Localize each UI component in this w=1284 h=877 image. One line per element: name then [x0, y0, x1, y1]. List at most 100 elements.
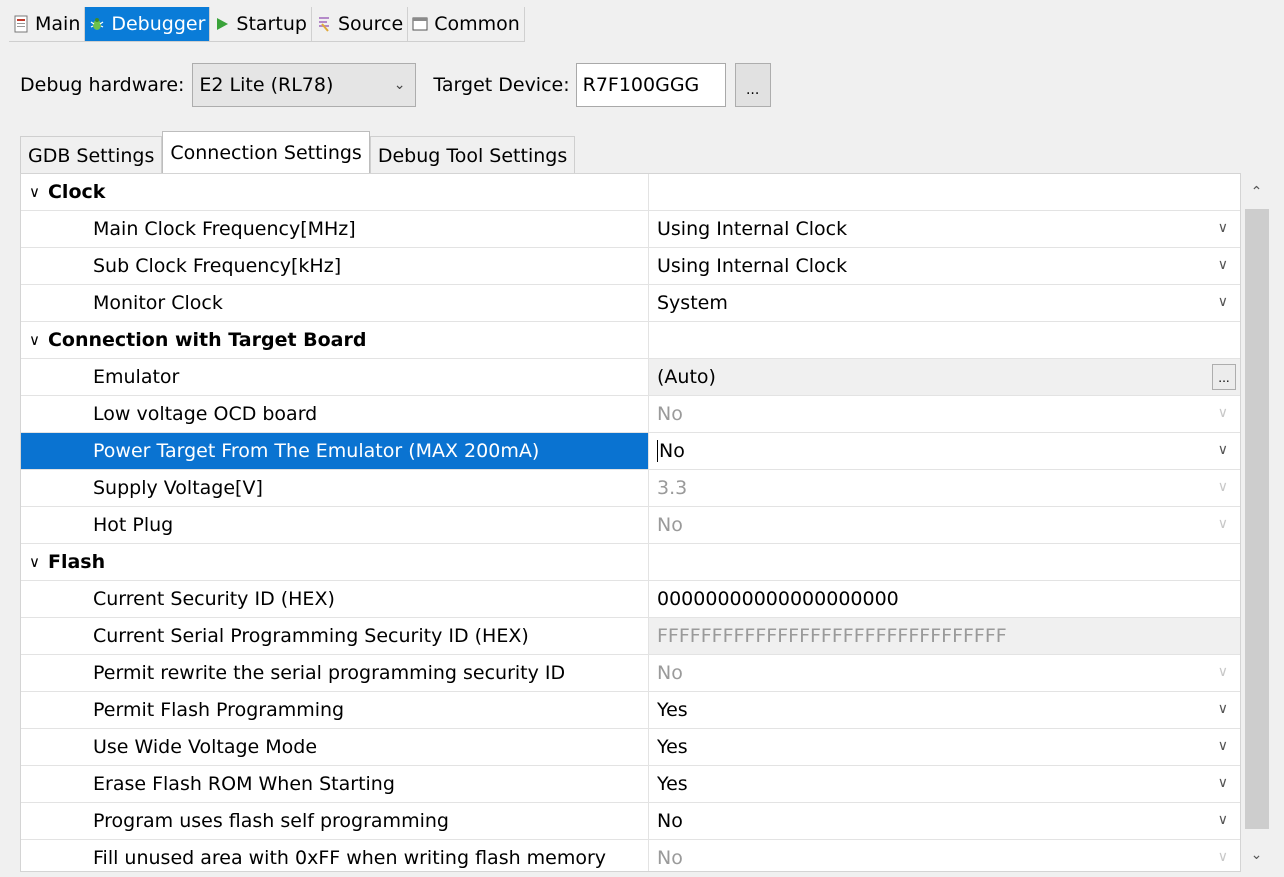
launch-config-tabs: Main Debugger Startup Source Common	[9, 7, 525, 42]
property-value: No	[657, 514, 683, 536]
row-label: Monitor Clock	[93, 292, 223, 314]
property-name[interactable]: Sub Clock Frequency[kHz]	[21, 248, 649, 284]
property-row[interactable]: Hot Plug No ∨	[21, 507, 1240, 544]
property-name[interactable]: Program uses flash self programming	[21, 803, 649, 839]
property-value-cell[interactable]: No ∨	[649, 655, 1240, 691]
tab-common[interactable]: Common	[408, 7, 525, 41]
property-name[interactable]: Permit rewrite the serial programming se…	[21, 655, 649, 691]
property-value: FFFFFFFFFFFFFFFFFFFFFFFFFFFFFFFF	[657, 625, 1007, 647]
property-row[interactable]: Fill unused area with 0xFF when writing …	[21, 840, 1240, 871]
chevron-down-icon[interactable]: ∨	[1218, 294, 1228, 310]
chevron-down-icon: ∨	[1217, 405, 1228, 421]
row-label: Main Clock Frequency[MHz]	[93, 218, 356, 240]
property-row[interactable]: Permit Flash Programming Yes ∨	[21, 692, 1240, 729]
row-label: Emulator	[93, 366, 180, 388]
property-row[interactable]: Current Serial Programming Security ID (…	[21, 618, 1240, 655]
property-row[interactable]: Permit rewrite the serial programming se…	[21, 655, 1240, 692]
chevron-down-icon: ⌄	[393, 77, 406, 93]
property-name[interactable]: Monitor Clock	[21, 285, 649, 321]
property-name[interactable]: Permit Flash Programming	[21, 692, 649, 728]
row-label: Low voltage OCD board	[93, 403, 318, 425]
chevron-down-icon[interactable]: ∨	[1218, 812, 1228, 828]
startup-play-icon	[212, 14, 232, 34]
row-label: Hot Plug	[93, 514, 174, 536]
property-value-cell[interactable]: 3.3 ∨	[649, 470, 1240, 506]
property-value-cell[interactable]: No ∨	[649, 840, 1240, 871]
property-value-cell[interactable]: Using Internal Clock ∨	[649, 211, 1240, 247]
property-name[interactable]: Low voltage OCD board	[21, 396, 649, 432]
property-name[interactable]: Hot Plug	[21, 507, 649, 543]
property-value-cell[interactable]: No ∨	[649, 803, 1240, 839]
tab-debug-tool-settings[interactable]: Debug Tool Settings	[369, 136, 576, 174]
property-row[interactable]: Power Target From The Emulator (MAX 200m…	[21, 433, 1240, 470]
property-name[interactable]: Main Clock Frequency[MHz]	[21, 211, 649, 247]
chevron-down-icon[interactable]: ∨	[1218, 775, 1228, 791]
chevron-down-icon[interactable]: ∨	[1218, 701, 1228, 717]
property-value-cell[interactable]: No ∨	[649, 433, 1240, 469]
tab-debugger[interactable]: Debugger	[85, 7, 211, 41]
property-row[interactable]: Erase Flash ROM When Starting Yes ∨	[21, 766, 1240, 803]
expand-chevron-icon[interactable]: ∨	[29, 331, 40, 349]
tab-startup[interactable]: Startup	[210, 7, 312, 41]
row-label: Connection with Target Board	[47, 329, 367, 351]
property-row[interactable]: Emulator (Auto)...	[21, 359, 1240, 396]
category-name[interactable]: ∨ Clock	[21, 174, 649, 210]
property-name[interactable]: Supply Voltage[V]	[21, 470, 649, 506]
scroll-down-arrow-icon[interactable]: ⌄	[1241, 840, 1272, 870]
property-row[interactable]: Supply Voltage[V] 3.3 ∨	[21, 470, 1240, 507]
category-name[interactable]: ∨ Flash	[21, 544, 649, 580]
property-row[interactable]: Sub Clock Frequency[kHz] Using Internal C…	[21, 248, 1240, 285]
chevron-down-icon[interactable]: ∨	[1218, 442, 1228, 458]
tab-main[interactable]: Main	[9, 7, 86, 41]
property-row[interactable]: Current Security ID (HEX) 000000000000000…	[21, 581, 1240, 618]
property-name[interactable]: Use Wide Voltage Mode	[21, 729, 649, 765]
property-row[interactable]: Monitor Clock System ∨	[21, 285, 1240, 322]
property-name[interactable]: Current Serial Programming Security ID (…	[21, 618, 649, 654]
category-row[interactable]: ∨ Clock	[21, 174, 1240, 211]
target-device-field[interactable]: R7F100GGG	[575, 63, 726, 107]
property-value-cell[interactable]: Using Internal Clock ∨	[649, 248, 1240, 284]
property-value-cell[interactable]: System ∨	[649, 285, 1240, 321]
category-name[interactable]: ∨ Connection with Target Board	[21, 322, 649, 358]
property-name[interactable]: Power Target From The Emulator (MAX 200m…	[21, 433, 649, 469]
property-value-cell[interactable]: Yes ∨	[649, 729, 1240, 765]
property-name[interactable]: Erase Flash ROM When Starting	[21, 766, 649, 802]
debug-hardware-dropdown[interactable]: E2 Lite (RL78) ⌄	[192, 63, 417, 107]
property-row[interactable]: Program uses flash self programming No ∨	[21, 803, 1240, 840]
tab-source[interactable]: Source	[312, 7, 409, 41]
scroll-up-arrow-icon[interactable]: ⌃	[1241, 177, 1272, 207]
property-name[interactable]: Emulator	[21, 359, 649, 395]
chevron-down-icon[interactable]: ∨	[1218, 220, 1228, 236]
property-value-cell[interactable]: Yes ∨	[649, 766, 1240, 802]
property-value-cell[interactable]: 00000000000000000000	[649, 581, 1240, 617]
property-value-cell[interactable]: No ∨	[649, 507, 1240, 543]
property-value-cell[interactable]: FFFFFFFFFFFFFFFFFFFFFFFFFFFFFFFF	[649, 618, 1240, 654]
expand-chevron-icon[interactable]: ∨	[29, 183, 40, 201]
property-row[interactable]: Use Wide Voltage Mode Yes ∨	[21, 729, 1240, 766]
property-value: Yes	[657, 699, 688, 721]
category-row[interactable]: ∨ Connection with Target Board	[21, 322, 1240, 359]
property-name[interactable]: Current Security ID (HEX)	[21, 581, 649, 617]
property-value-cell	[649, 174, 1240, 210]
tab-gdb-settings[interactable]: GDB Settings	[20, 136, 163, 174]
tab-connection-settings[interactable]: Connection Settings	[162, 131, 370, 174]
category-row[interactable]: ∨ Flash	[21, 544, 1240, 581]
chevron-down-icon[interactable]: ∨	[1218, 738, 1228, 754]
row-label: Permit Flash Programming	[93, 699, 345, 721]
row-label: Sub Clock Frequency[kHz]	[93, 255, 342, 277]
property-value-cell[interactable]: Yes ∨	[649, 692, 1240, 728]
property-value-cell[interactable]: (Auto)...	[649, 359, 1240, 395]
property-name[interactable]: Fill unused area with 0xFF when writing …	[21, 840, 649, 871]
vertical-scrollbar[interactable]: ⌃ ⌄	[1241, 173, 1272, 872]
property-row[interactable]: Main Clock Frequency[MHz] Using Internal …	[21, 211, 1240, 248]
chevron-down-icon: ∨	[1217, 479, 1228, 495]
expand-chevron-icon[interactable]: ∨	[29, 553, 40, 571]
property-row[interactable]: Low voltage OCD board No ∨	[21, 396, 1240, 433]
source-icon	[314, 14, 334, 34]
emulator-browse-button[interactable]: ...	[1212, 364, 1236, 390]
property-value: Yes	[657, 773, 688, 795]
chevron-down-icon[interactable]: ∨	[1218, 257, 1228, 273]
scrollbar-thumb[interactable]	[1245, 209, 1269, 829]
property-value-cell[interactable]: No ∨	[649, 396, 1240, 432]
target-device-browse-button[interactable]: ...	[734, 63, 771, 107]
